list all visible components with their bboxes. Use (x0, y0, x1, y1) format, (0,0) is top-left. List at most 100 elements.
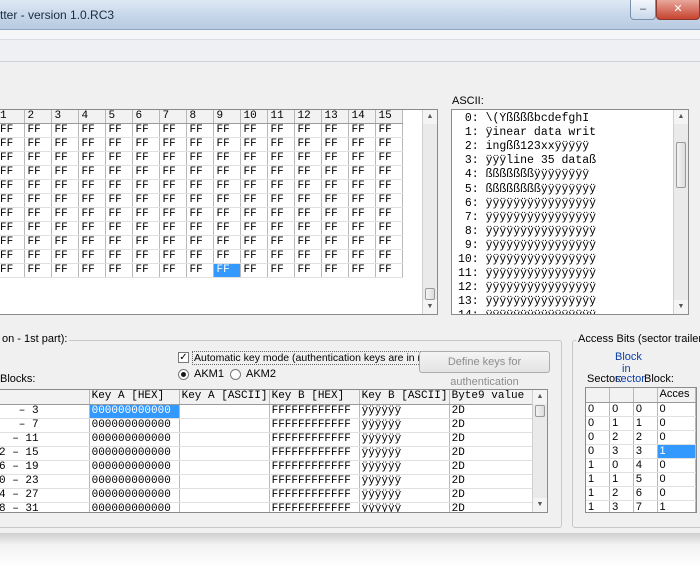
keys-cell[interactable] (179, 432, 270, 447)
hex-cell[interactable]: FF (348, 137, 376, 153)
akm1-label[interactable]: AKM1 (194, 368, 224, 380)
hex-cell[interactable]: FF (105, 123, 133, 139)
hex-cell[interactable]: FF (213, 179, 241, 195)
hex-cell[interactable]: FF (105, 193, 133, 209)
hex-cell[interactable]: FF (51, 207, 79, 223)
hex-cell[interactable]: FF (105, 235, 133, 251)
hex-cell[interactable]: FF (51, 179, 79, 195)
keys-cell[interactable]: 6 – 19 (0, 460, 90, 475)
hex-data-grid[interactable]: 1 2 3 4 5 6 7 8 9 10 11 12 13 14 15 FF FF FF FF FF FF FF FF FF F… (0, 109, 438, 315)
hex-column-header[interactable]: 10 (240, 110, 268, 125)
hex-cell[interactable]: FF (213, 263, 241, 279)
hex-cell[interactable]: FF (186, 123, 214, 139)
hex-cell[interactable]: FF (0, 235, 25, 251)
keys-cell[interactable]: 000000000000 (89, 460, 180, 475)
hex-cell[interactable]: FF (51, 123, 79, 139)
akm2-radio[interactable] (230, 369, 241, 380)
hex-cell[interactable]: FF (240, 179, 268, 195)
hex-cell[interactable]: FF (186, 263, 214, 279)
hex-cell[interactable]: FF (321, 123, 349, 139)
access-cell[interactable]: 0 (586, 402, 611, 417)
hex-cell[interactable]: FF (294, 235, 322, 251)
hex-cell[interactable]: FF (132, 235, 160, 251)
scroll-up-icon[interactable]: ▲ (533, 390, 547, 404)
keys-cell[interactable]: 4 – 27 (0, 488, 90, 503)
hex-cell[interactable]: FF (132, 151, 160, 167)
access-cell[interactable]: 0 (657, 402, 696, 417)
hex-cell[interactable]: FF (24, 221, 52, 237)
keys-cell[interactable]: 2D (449, 446, 546, 461)
hex-cell[interactable]: FF (240, 123, 268, 139)
keys-cell[interactable]: ÿÿÿÿÿÿ (359, 432, 450, 447)
hex-cell[interactable]: FF (375, 221, 403, 237)
hex-cell[interactable]: FF (294, 179, 322, 195)
access-cell[interactable]: 1 (657, 500, 696, 512)
hex-cell[interactable]: FF (186, 151, 214, 167)
hex-column-header[interactable]: 12 (294, 110, 322, 125)
hex-cell[interactable]: FF (348, 221, 376, 237)
hex-cell[interactable]: FF (78, 123, 106, 139)
hex-cell[interactable]: FF (348, 249, 376, 265)
hex-cell[interactable]: FF (213, 193, 241, 209)
hex-cell[interactable]: FF (186, 137, 214, 153)
hex-cell[interactable]: FF (132, 165, 160, 181)
access-cell[interactable]: 2 (609, 486, 634, 501)
keys-cell[interactable]: 2D (449, 502, 546, 512)
keys-cell[interactable]: 000000000000 (89, 418, 180, 433)
keys-grid[interactable]: Key A [HEX] Key A [ASCII] Key B [HEX] Key B… (0, 389, 548, 513)
hex-cell[interactable]: FF (0, 193, 25, 209)
keys-cell[interactable] (179, 474, 270, 489)
keys-cell[interactable]: 2D (449, 432, 546, 447)
hex-cell[interactable]: FF (132, 249, 160, 265)
hex-cell[interactable]: FF (105, 221, 133, 237)
access-cell[interactable]: 1 (586, 472, 611, 487)
hex-cell[interactable]: FF (159, 221, 187, 237)
keys-cell[interactable]: 000000000000 (89, 404, 180, 419)
hex-cell[interactable]: FF (132, 193, 160, 209)
hex-cell[interactable]: FF (105, 165, 133, 181)
access-cell[interactable]: 2 (609, 430, 634, 445)
hex-cell[interactable]: FF (348, 193, 376, 209)
access-cell[interactable]: 0 (657, 458, 696, 473)
hex-cell[interactable]: FF (159, 165, 187, 181)
hex-cell[interactable]: FF (267, 221, 295, 237)
hex-column-header[interactable]: 3 (51, 110, 79, 125)
keys-column-header[interactable]: Key A [ASCII] (179, 390, 270, 405)
hex-cell[interactable]: FF (24, 151, 52, 167)
keys-cell[interactable]: 000000000000 (89, 432, 180, 447)
hex-cell[interactable]: FF (213, 221, 241, 237)
keys-cell[interactable]: 2D (449, 418, 546, 433)
access-cell[interactable]: 4 (633, 458, 658, 473)
hex-cell[interactable]: FF (159, 123, 187, 139)
keys-cell[interactable]: 2D (449, 404, 546, 419)
hex-cell[interactable]: FF (51, 235, 79, 251)
access-cell[interactable]: 1 (586, 500, 611, 512)
hex-cell[interactable]: FF (240, 235, 268, 251)
scroll-down-icon[interactable]: ▼ (674, 300, 688, 314)
hex-cell[interactable]: FF (186, 165, 214, 181)
hex-column-header[interactable]: 7 (159, 110, 187, 125)
keys-cell[interactable]: 000000000000 (89, 474, 180, 489)
hex-cell[interactable]: FF (267, 235, 295, 251)
keys-cell[interactable]: FFFFFFFFFFFF (269, 446, 360, 461)
minimize-button[interactable]: – (630, 0, 656, 20)
hex-cell[interactable]: FF (105, 151, 133, 167)
keys-cell[interactable]: ÿÿÿÿÿÿ (359, 404, 450, 419)
scroll-thumb[interactable] (535, 405, 545, 417)
hex-cell[interactable]: FF (78, 249, 106, 265)
hex-cell[interactable]: FF (213, 123, 241, 139)
hex-cell[interactable]: FF (348, 235, 376, 251)
hex-cell[interactable]: FF (78, 137, 106, 153)
hex-cell[interactable]: FF (348, 151, 376, 167)
hex-cell[interactable]: FF (105, 179, 133, 195)
keys-grid-scrollbar[interactable]: ▲ ▼ (532, 390, 547, 512)
keys-cell[interactable] (179, 446, 270, 461)
hex-cell[interactable]: FF (159, 137, 187, 153)
hex-cell[interactable]: FF (0, 151, 25, 167)
hex-column-header[interactable]: 6 (132, 110, 160, 125)
hex-cell[interactable]: FF (78, 179, 106, 195)
access-cell[interactable]: 0 (609, 458, 634, 473)
hex-cell[interactable]: FF (375, 249, 403, 265)
hex-cell[interactable]: FF (0, 165, 25, 181)
keys-cell[interactable]: FFFFFFFFFFFF (269, 474, 360, 489)
